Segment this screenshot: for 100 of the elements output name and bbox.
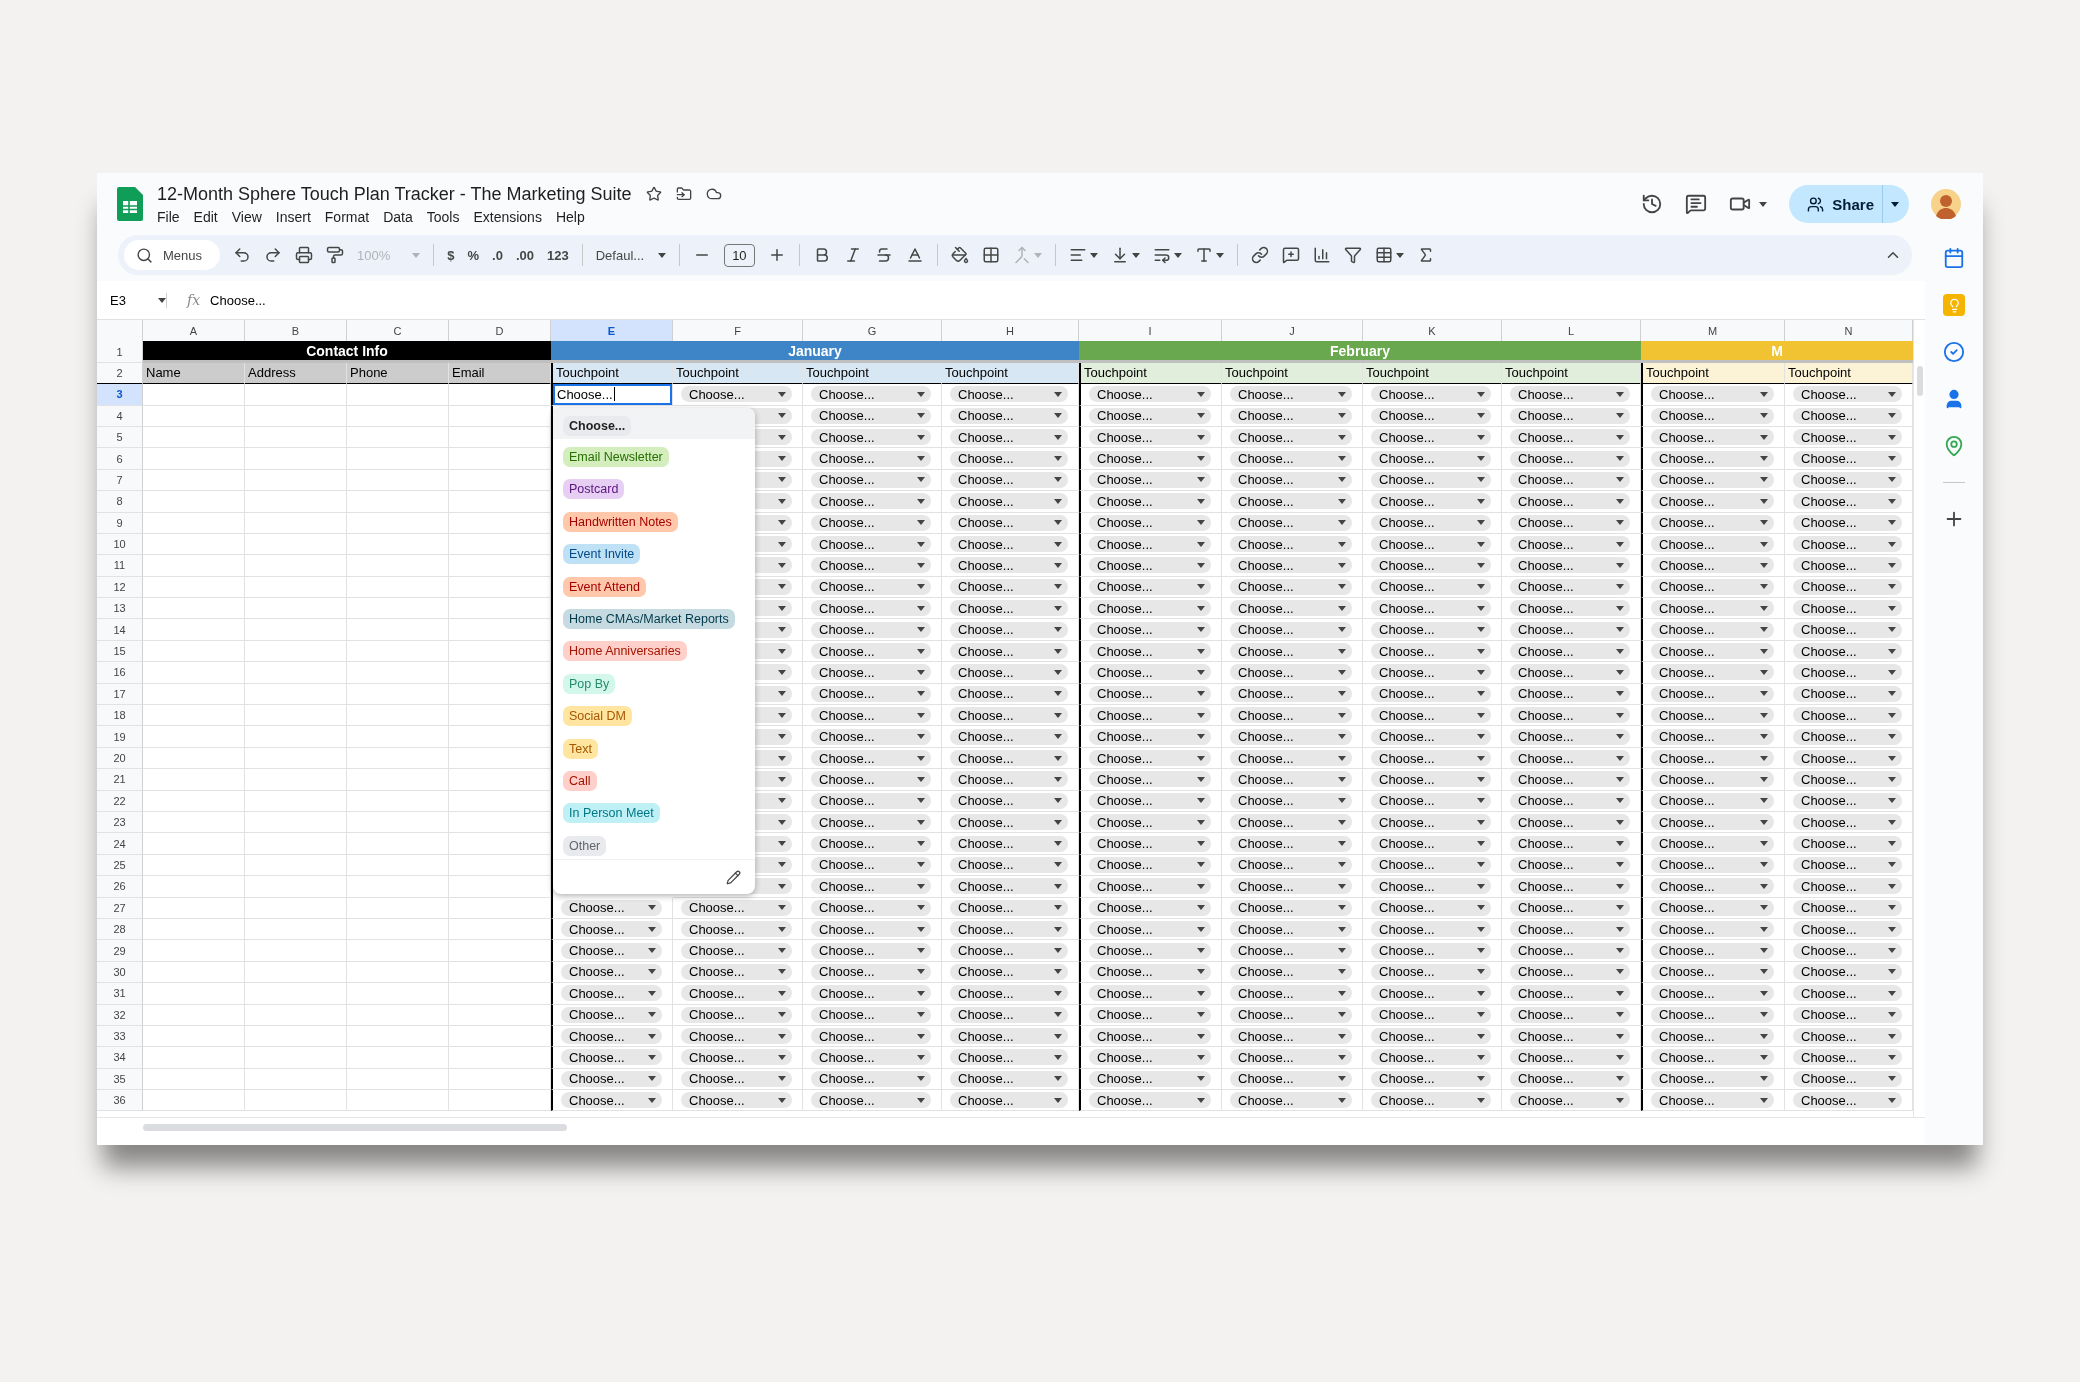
map-pin-icon[interactable] [1943, 435, 1965, 457]
dropdown-chip[interactable]: Choose... [1651, 514, 1774, 531]
dropdown-chip[interactable]: Choose... [681, 1028, 792, 1045]
dropdown-option[interactable]: Social DM [563, 706, 632, 727]
dropdown-chip[interactable]: Choose... [1089, 728, 1211, 745]
dropdown-chip[interactable]: Choose... [1510, 814, 1630, 831]
row-number[interactable]: 25 [97, 854, 143, 877]
dropdown-chip[interactable]: Choose... [1651, 707, 1774, 724]
dropdown-chip[interactable]: Choose... [1510, 685, 1630, 702]
dropdown-chip[interactable]: Choose... [681, 985, 792, 1002]
dropdown-chip[interactable]: Choose... [1371, 728, 1491, 745]
dropdown-option[interactable]: Postcard [563, 479, 625, 500]
dropdown-chip[interactable]: Choose... [1510, 600, 1630, 617]
dropdown-chip[interactable]: Choose... [1371, 643, 1491, 660]
dropdown-chip[interactable]: Choose... [1793, 685, 1902, 702]
dropdown-chip[interactable]: Choose... [1371, 856, 1491, 873]
dropdown-chip[interactable]: Choose... [1651, 814, 1774, 831]
dropdown-chip[interactable]: Choose... [1089, 685, 1211, 702]
menu-item[interactable]: Format [324, 208, 370, 225]
dropdown-chip[interactable]: Choose... [1793, 1092, 1902, 1109]
dropdown-chip[interactable]: Choose... [1793, 878, 1902, 895]
column-header[interactable]: C [347, 320, 449, 342]
dropdown-chip[interactable]: Choose... [950, 514, 1068, 531]
dropdown-chip[interactable]: Choose... [1230, 878, 1352, 895]
dropdown-chip[interactable]: Choose... [1371, 942, 1491, 959]
dropdown-chip[interactable]: Choose... [811, 899, 931, 916]
dropdown-chip[interactable]: Choose... [1651, 963, 1774, 980]
column-header[interactable]: F [673, 320, 803, 342]
dropdown-chip[interactable]: Choose... [1089, 963, 1211, 980]
dropdown-chip[interactable]: Choose... [1371, 557, 1491, 574]
dropdown-chip[interactable]: Choose... [950, 407, 1068, 424]
dropdown-chip[interactable]: Choose... [1510, 728, 1630, 745]
dropdown-chip[interactable]: Choose... [1089, 429, 1211, 446]
dropdown-chip[interactable]: Choose... [1793, 578, 1902, 595]
dropdown-chip[interactable]: Choose... [561, 899, 662, 916]
strikethrough-icon[interactable] [874, 246, 893, 264]
menu-item[interactable]: Data [383, 208, 413, 225]
dropdown-chip[interactable]: Choose... [1510, 899, 1630, 916]
dropdown-option[interactable]: Pop By [563, 673, 616, 694]
row-number[interactable]: 30 [97, 961, 143, 984]
paint-format-icon[interactable] [326, 246, 345, 264]
document-title[interactable]: 12-Month Sphere Touch Plan Tracker - The Marketing Suite [157, 183, 632, 205]
row-number[interactable]: 17 [97, 683, 143, 706]
dropdown-chip[interactable]: Choose... [1510, 792, 1630, 809]
dropdown-chip[interactable]: Choose... [950, 1049, 1068, 1066]
dropdown-chip[interactable]: Choose... [1371, 600, 1491, 617]
dropdown-chip[interactable]: Choose... [681, 1070, 792, 1087]
dropdown-chip[interactable]: Choose... [811, 771, 931, 788]
increase-decimal[interactable]: .00 [515, 247, 534, 263]
row-number[interactable]: 2 [97, 362, 143, 385]
dropdown-chip[interactable]: Choose... [1510, 621, 1630, 638]
dropdown-chip[interactable]: Choose... [1793, 621, 1902, 638]
dropdown-chip[interactable]: Choose... [1793, 1028, 1902, 1045]
borders-icon[interactable] [981, 246, 1000, 264]
dropdown-chip[interactable]: Choose... [1089, 750, 1211, 766]
row-number[interactable]: 6 [97, 448, 143, 470]
dropdown-chip[interactable]: Choose... [1371, 407, 1491, 424]
fill-color-icon[interactable] [950, 246, 969, 264]
dropdown-chip[interactable]: Choose... [1371, 1006, 1491, 1023]
edit-icon[interactable] [726, 869, 741, 885]
column-header[interactable]: M [1641, 320, 1785, 342]
dropdown-chip[interactable]: Choose... [1510, 514, 1630, 531]
dropdown-chip[interactable]: Choose... [811, 963, 931, 980]
dropdown-chip[interactable]: Choose... [1371, 664, 1491, 681]
wrap-text-icon[interactable] [1152, 246, 1171, 264]
dropdown-chip[interactable]: Choose... [1510, 835, 1630, 852]
dropdown-chip[interactable]: Choose... [1651, 835, 1774, 852]
dropdown-chip[interactable]: Choose... [1651, 1006, 1774, 1023]
dropdown-chip[interactable]: Choose... [950, 685, 1068, 702]
dropdown-chip[interactable]: Choose... [1371, 771, 1491, 788]
dropdown-chip[interactable]: Choose... [1651, 856, 1774, 873]
dropdown-chip[interactable]: Choose... [1371, 471, 1491, 488]
row-number[interactable]: 13 [97, 598, 143, 620]
column-header[interactable]: J [1222, 320, 1363, 342]
dropdown-chip[interactable]: Choose... [950, 792, 1068, 809]
dropdown-chip[interactable]: Choose... [1230, 429, 1352, 446]
decrease-decimal[interactable]: .0 [492, 247, 503, 263]
dropdown-chip[interactable]: Choose... [1651, 899, 1774, 916]
cell-editor[interactable]: Choose... [553, 384, 672, 405]
text-rotation-icon[interactable] [1194, 246, 1213, 264]
dropdown-chip[interactable]: Choose... [1793, 514, 1902, 531]
dropdown-chip[interactable]: Choose... [1371, 707, 1491, 724]
column-header[interactable]: K [1363, 320, 1502, 342]
row-number[interactable]: 18 [97, 705, 143, 727]
dropdown-option[interactable]: Text [563, 738, 598, 759]
dropdown-chip[interactable]: Choose... [1089, 707, 1211, 724]
dropdown-chip[interactable]: Choose... [1230, 450, 1352, 467]
row-number[interactable]: 27 [97, 897, 143, 919]
dropdown-chip[interactable]: Choose... [811, 1070, 931, 1087]
dropdown-chip[interactable]: Choose... [1089, 942, 1211, 959]
dropdown-chip[interactable]: Choose... [1510, 1028, 1630, 1045]
dropdown-chip[interactable]: Choose... [811, 407, 931, 424]
dropdown-chip[interactable]: Choose... [950, 578, 1068, 595]
percent-format[interactable]: % [467, 247, 480, 263]
dropdown-chip[interactable]: Choose... [1371, 621, 1491, 638]
table-icon[interactable] [1374, 246, 1393, 264]
star-icon[interactable] [645, 186, 662, 202]
dropdown-chip[interactable]: Choose... [1089, 878, 1211, 895]
dropdown-chip[interactable]: Choose... [1089, 493, 1211, 510]
dropdown-chip[interactable]: Choose... [1230, 471, 1352, 488]
